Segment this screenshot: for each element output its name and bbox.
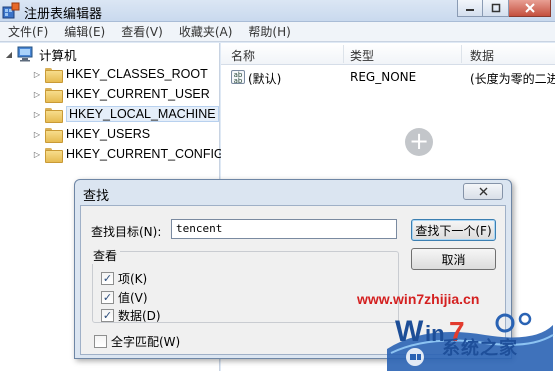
menu-edit[interactable]: 编辑(E) [64,23,105,40]
collapse-arrow-icon[interactable]: ◢ [4,49,14,59]
svg-text:W: W [395,315,424,348]
window-controls [457,0,551,18]
folder-icon [45,147,63,163]
value-name: (默认) [248,72,282,86]
string-value-icon: ab ab [231,70,245,85]
table-row[interactable]: ab ab (默认) REG_NONE (长度为零的二进 [221,67,555,87]
expand-arrow-icon[interactable]: ▷ [32,89,42,99]
close-icon [479,187,487,196]
menu-help[interactable]: 帮助(H) [248,23,290,40]
checkbox-checked-icon[interactable]: ✓ [101,309,114,322]
option-values[interactable]: ✓ 值(V) [101,289,148,306]
menu-view[interactable]: 查看(V) [121,23,163,40]
tree-item-label: HKEY_USERS [66,127,151,141]
tree-item-label: 计算机 [39,48,77,63]
menu-bar: 文件(F) 编辑(E) 查看(V) 收藏夹(A) 帮助(H) [0,22,555,42]
close-button[interactable] [509,0,551,17]
registry-editor-icon [2,2,20,19]
computer-icon [17,46,33,62]
column-header-type[interactable]: 类型 [350,47,374,64]
window-title: 注册表编辑器 [24,7,103,22]
option-label: 值(V) [118,291,148,305]
checkbox-checked-icon[interactable]: ✓ [101,291,114,304]
maximize-button[interactable] [483,0,509,17]
menu-favorites[interactable]: 收藏夹(A) [179,23,233,40]
expand-arrow-icon[interactable]: ▷ [32,129,42,139]
tree-item-label: HKEY_CURRENT_USER [66,87,210,101]
column-divider[interactable] [461,45,462,63]
expand-arrow-icon[interactable]: ▷ [32,69,42,79]
option-data[interactable]: ✓ 数据(D) [101,307,161,324]
column-divider[interactable] [343,45,344,63]
look-at-group-title: 查看 [90,247,121,264]
menu-file[interactable]: 文件(F) [8,23,48,40]
expand-arrow-icon[interactable]: ▷ [32,149,42,159]
plus-circle-icon: + [405,128,433,156]
tree-item-label: HKEY_CURRENT_CONFIG [66,147,224,161]
option-label: 数据(D) [118,309,161,323]
tree-item-hkcu[interactable]: ▷ HKEY_CURRENT_USER [32,84,210,104]
tree-item-hklm[interactable]: ▷ HKEY_LOCAL_MACHINE [32,104,219,124]
find-what-label: 查找目标(N): [91,225,162,239]
value-type: REG_NONE [350,70,417,84]
folder-icon [45,107,63,123]
close-icon [524,3,535,13]
tree-item-computer[interactable]: ◢ 计算机 [4,44,77,64]
option-label: 全字匹配(W) [111,335,181,349]
checkbox-unchecked-icon[interactable] [94,335,107,348]
title-bar: 注册表编辑器 [0,0,555,22]
checkbox-checked-icon[interactable]: ✓ [101,272,114,285]
tree-item-label: HKEY_LOCAL_MACHINE [66,106,219,122]
expand-arrow-icon[interactable]: ▷ [32,109,42,119]
folder-icon [45,127,63,143]
option-match-whole-string[interactable]: 全字匹配(W) [94,333,180,350]
folder-icon [45,67,63,83]
minimize-icon [466,9,474,11]
dialog-close-button[interactable] [463,183,503,200]
list-header: 名称 类型 数据 [221,43,555,65]
value-data: (长度为零的二进 [470,72,555,86]
find-next-button[interactable]: 查找下一个(F) [411,219,496,241]
tree-item-hkcr[interactable]: ▷ HKEY_CLASSES_ROOT [32,64,208,84]
tree-item-hku[interactable]: ▷ HKEY_USERS [32,124,150,144]
dialog-title: 查找 [83,189,110,204]
watermark-site-name: 系统之家 [442,338,518,358]
column-header-data[interactable]: 数据 [470,47,494,64]
minimize-button[interactable] [457,0,483,17]
tree-item-hkcc[interactable]: ▷ HKEY_CURRENT_CONFIG [32,144,224,164]
folder-icon [45,87,63,103]
cancel-button[interactable]: 取消 [411,248,496,270]
option-keys[interactable]: ✓ 项(K) [101,270,147,287]
maximize-icon [491,3,500,13]
column-header-name[interactable]: 名称 [231,47,255,64]
option-label: 项(K) [118,272,148,286]
find-what-input[interactable]: tencent [171,219,397,239]
tree-item-label: HKEY_CLASSES_ROOT [66,67,208,81]
